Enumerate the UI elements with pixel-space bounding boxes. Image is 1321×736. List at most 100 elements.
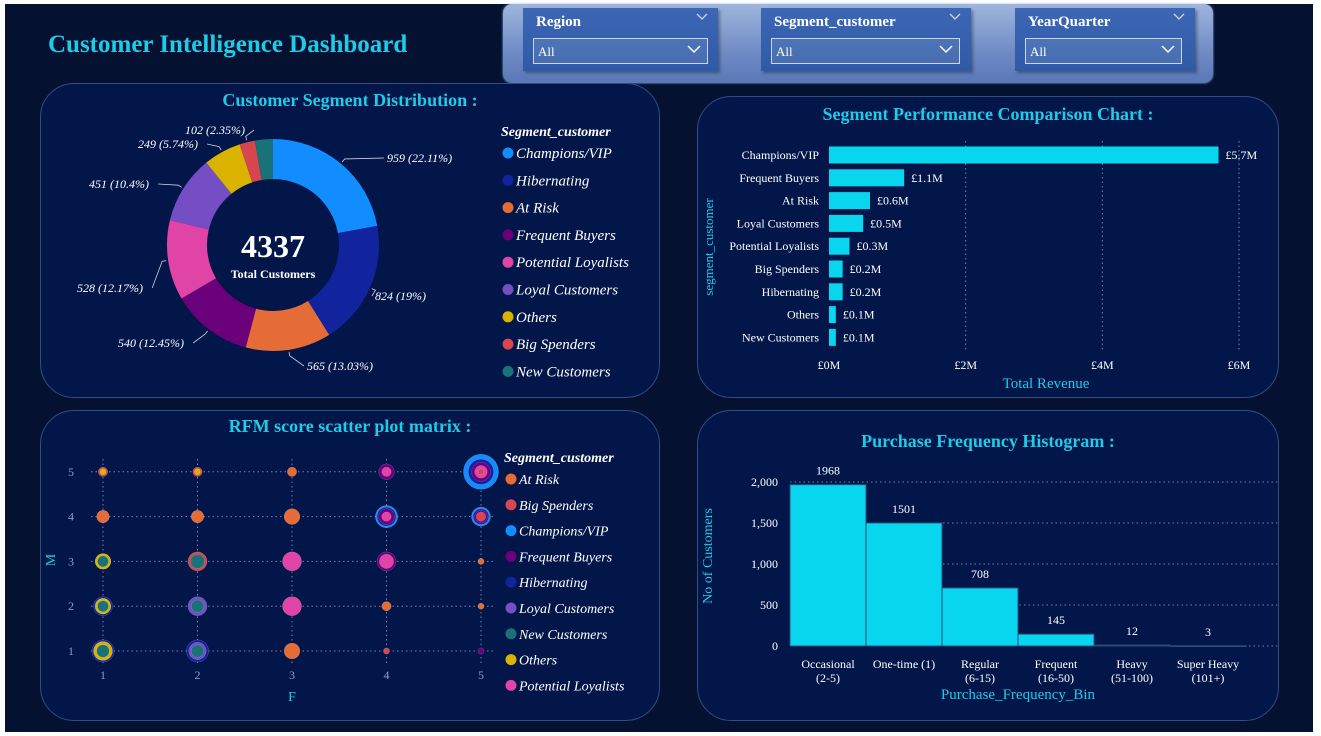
x-category-label: Super Heavy bbox=[1177, 657, 1239, 671]
donut-leader-line bbox=[192, 330, 208, 344]
x-axis-title: Purchase_Frequency_Bin bbox=[941, 687, 1096, 703]
rfm-scatter-card: RFM score scatter plot matrix : 12345123… bbox=[40, 410, 660, 721]
chevron-down-icon bbox=[1161, 45, 1175, 54]
segment-donut-chart: 959 (22.11%) 824 (19%) 565 (13.03%) 540 (12… bbox=[77, 123, 629, 380]
rfm-point-potential-loyalists bbox=[379, 554, 394, 569]
histogram-bar-heavy bbox=[1093, 644, 1171, 647]
x-category-label: One-time (1) bbox=[873, 657, 935, 671]
revenue-data-label: £0.2M bbox=[850, 285, 882, 299]
region-slicer: Region All bbox=[523, 8, 718, 71]
y-tick-label: 2 bbox=[68, 599, 74, 613]
x-category-label: Frequent bbox=[1035, 657, 1078, 671]
x-category-sublabel: (6-15) bbox=[965, 671, 995, 685]
histogram-data-label: 3 bbox=[1205, 625, 1211, 639]
donut-data-label: 565 (13.03%) bbox=[307, 359, 373, 373]
rfm-point-potential-loyalists bbox=[381, 511, 392, 522]
total-customers-label: Total Customers bbox=[231, 267, 316, 281]
purchase-frequency-card: Purchase Frequency Histogram : 0 500 1,000… bbox=[697, 410, 1279, 721]
revenue-data-label: £0.6M bbox=[877, 194, 909, 208]
revenue-bar-potential-loyalists bbox=[829, 237, 850, 255]
histogram-data-label: 708 bbox=[971, 567, 989, 581]
revenue-bar-loyal-customers bbox=[829, 214, 864, 232]
y-category-label: At Risk bbox=[782, 194, 819, 208]
rfm-point-new-customers bbox=[190, 644, 205, 658]
total-customers-value: 4337 bbox=[241, 228, 305, 264]
y-category-label: Potential Loyalists bbox=[729, 239, 819, 253]
segment-slicer: Segment_customer All bbox=[761, 8, 971, 71]
segment-dropdown[interactable]: All bbox=[771, 38, 960, 64]
rfm-point-others bbox=[99, 468, 107, 476]
revenue-data-label: £0.3M bbox=[857, 239, 889, 253]
revenue-bar-hibernating bbox=[829, 283, 843, 301]
y-category-label: Frequent Buyers bbox=[739, 171, 819, 185]
histogram-bar-super-heavy bbox=[1169, 645, 1247, 648]
rfm-point-new-customers bbox=[97, 600, 109, 612]
revenue-data-label: £0.1M bbox=[843, 308, 875, 322]
legend-marker-hibernating bbox=[502, 174, 514, 186]
rfm-point-at-risk bbox=[283, 508, 301, 525]
rfm-point-at-risk bbox=[381, 601, 392, 612]
purchase-frequency-histogram: 0 500 1,000 1,500 2,000 1968 Occasional(2-5) 15… bbox=[701, 464, 1278, 703]
legend-marker-big-spenders bbox=[505, 499, 517, 511]
histogram-bar-frequent bbox=[1017, 633, 1095, 647]
rfm-point-big-spenders bbox=[476, 511, 486, 522]
donut-data-label: 540 (12.45%) bbox=[118, 336, 184, 350]
donut-data-label: 824 (19%) bbox=[375, 289, 426, 303]
revenue-bar-at-risk bbox=[829, 192, 870, 210]
y-category-label: Loyal Customers bbox=[737, 216, 820, 230]
legend-marker-champions-vip bbox=[502, 147, 514, 159]
x-tick-label: 5 bbox=[478, 668, 484, 682]
legend-item-loyal-customers: Loyal Customers bbox=[518, 602, 615, 617]
legend-marker-at-risk bbox=[502, 202, 514, 214]
y-tick-label: 500 bbox=[760, 598, 778, 612]
chevron-down-icon[interactable] bbox=[1173, 13, 1185, 21]
revenue-data-label: £0.5M bbox=[870, 216, 902, 230]
legend-marker-new-customers bbox=[505, 628, 517, 640]
histogram-data-label: 12 bbox=[1126, 624, 1138, 638]
chevron-down-icon[interactable] bbox=[696, 13, 708, 21]
y-category-label: Champions/VIP bbox=[742, 148, 820, 162]
legend-item-champions-vip: Champions/VIP bbox=[516, 146, 612, 162]
legend-item-champions-vip: Champions/VIP bbox=[519, 525, 609, 540]
x-axis-title: Total Revenue bbox=[1003, 376, 1090, 392]
yearquarter-dropdown[interactable]: All bbox=[1025, 38, 1182, 64]
revenue-bar-new-customers bbox=[829, 328, 836, 346]
region-dropdown[interactable]: All bbox=[533, 38, 708, 64]
donut-data-label: 451 (10.4%) bbox=[89, 177, 149, 191]
segment-slicer-title: Segment_customer bbox=[774, 14, 896, 30]
chevron-down-icon[interactable] bbox=[949, 13, 961, 21]
histogram-bar-occasional bbox=[789, 484, 867, 647]
x-tick-label: 3 bbox=[289, 668, 295, 682]
x-category-label: Regular bbox=[961, 657, 999, 671]
x-category-label: Heavy bbox=[1116, 657, 1147, 671]
histogram-data-label: 145 bbox=[1047, 613, 1065, 627]
rfm-point-new-customers bbox=[190, 554, 205, 569]
yearquarter-slicer-title: YearQuarter bbox=[1028, 14, 1111, 30]
histogram-data-label: 1501 bbox=[892, 502, 916, 516]
dashboard-title: Customer Intelligence Dashboard bbox=[48, 31, 408, 58]
rfm-point-potential-loyalists bbox=[282, 551, 302, 572]
x-tick-label: £0M bbox=[818, 358, 841, 372]
y-axis-title: segment_customer bbox=[701, 198, 716, 296]
legend-item-new-customers: New Customers bbox=[518, 628, 608, 643]
donut-data-label: 249 (5.74%) bbox=[138, 137, 198, 151]
x-category-sublabel: (16-50) bbox=[1038, 671, 1074, 685]
segment-distribution-card: Customer Segment Distribution : 959 (22.… bbox=[40, 83, 660, 398]
y-axis-title: No of Customers bbox=[701, 508, 716, 604]
x-category-sublabel: (101+) bbox=[1192, 671, 1225, 685]
legend-marker-others bbox=[502, 311, 514, 323]
donut-data-label: 959 (22.11%) bbox=[387, 151, 452, 165]
x-category-sublabel: (2-5) bbox=[816, 671, 840, 685]
x-tick-label: 2 bbox=[195, 668, 201, 682]
legend-marker-loyal-customers bbox=[502, 284, 514, 295]
donut-data-label: 528 (12.17%) bbox=[77, 281, 143, 295]
legend-item-others: Others bbox=[519, 654, 558, 669]
y-tick-label: 1 bbox=[68, 644, 74, 658]
legend-item-hibernating: Hibernating bbox=[518, 576, 587, 591]
legend-item-potential-loyalists: Potential Loyalists bbox=[515, 255, 629, 271]
x-category-sublabel: (51-100) bbox=[1111, 671, 1153, 685]
rfm-point-at-risk bbox=[477, 602, 485, 610]
legend-marker-new-customers bbox=[502, 365, 514, 377]
x-axis-title: F bbox=[288, 690, 296, 705]
donut-leader-line bbox=[341, 157, 385, 163]
